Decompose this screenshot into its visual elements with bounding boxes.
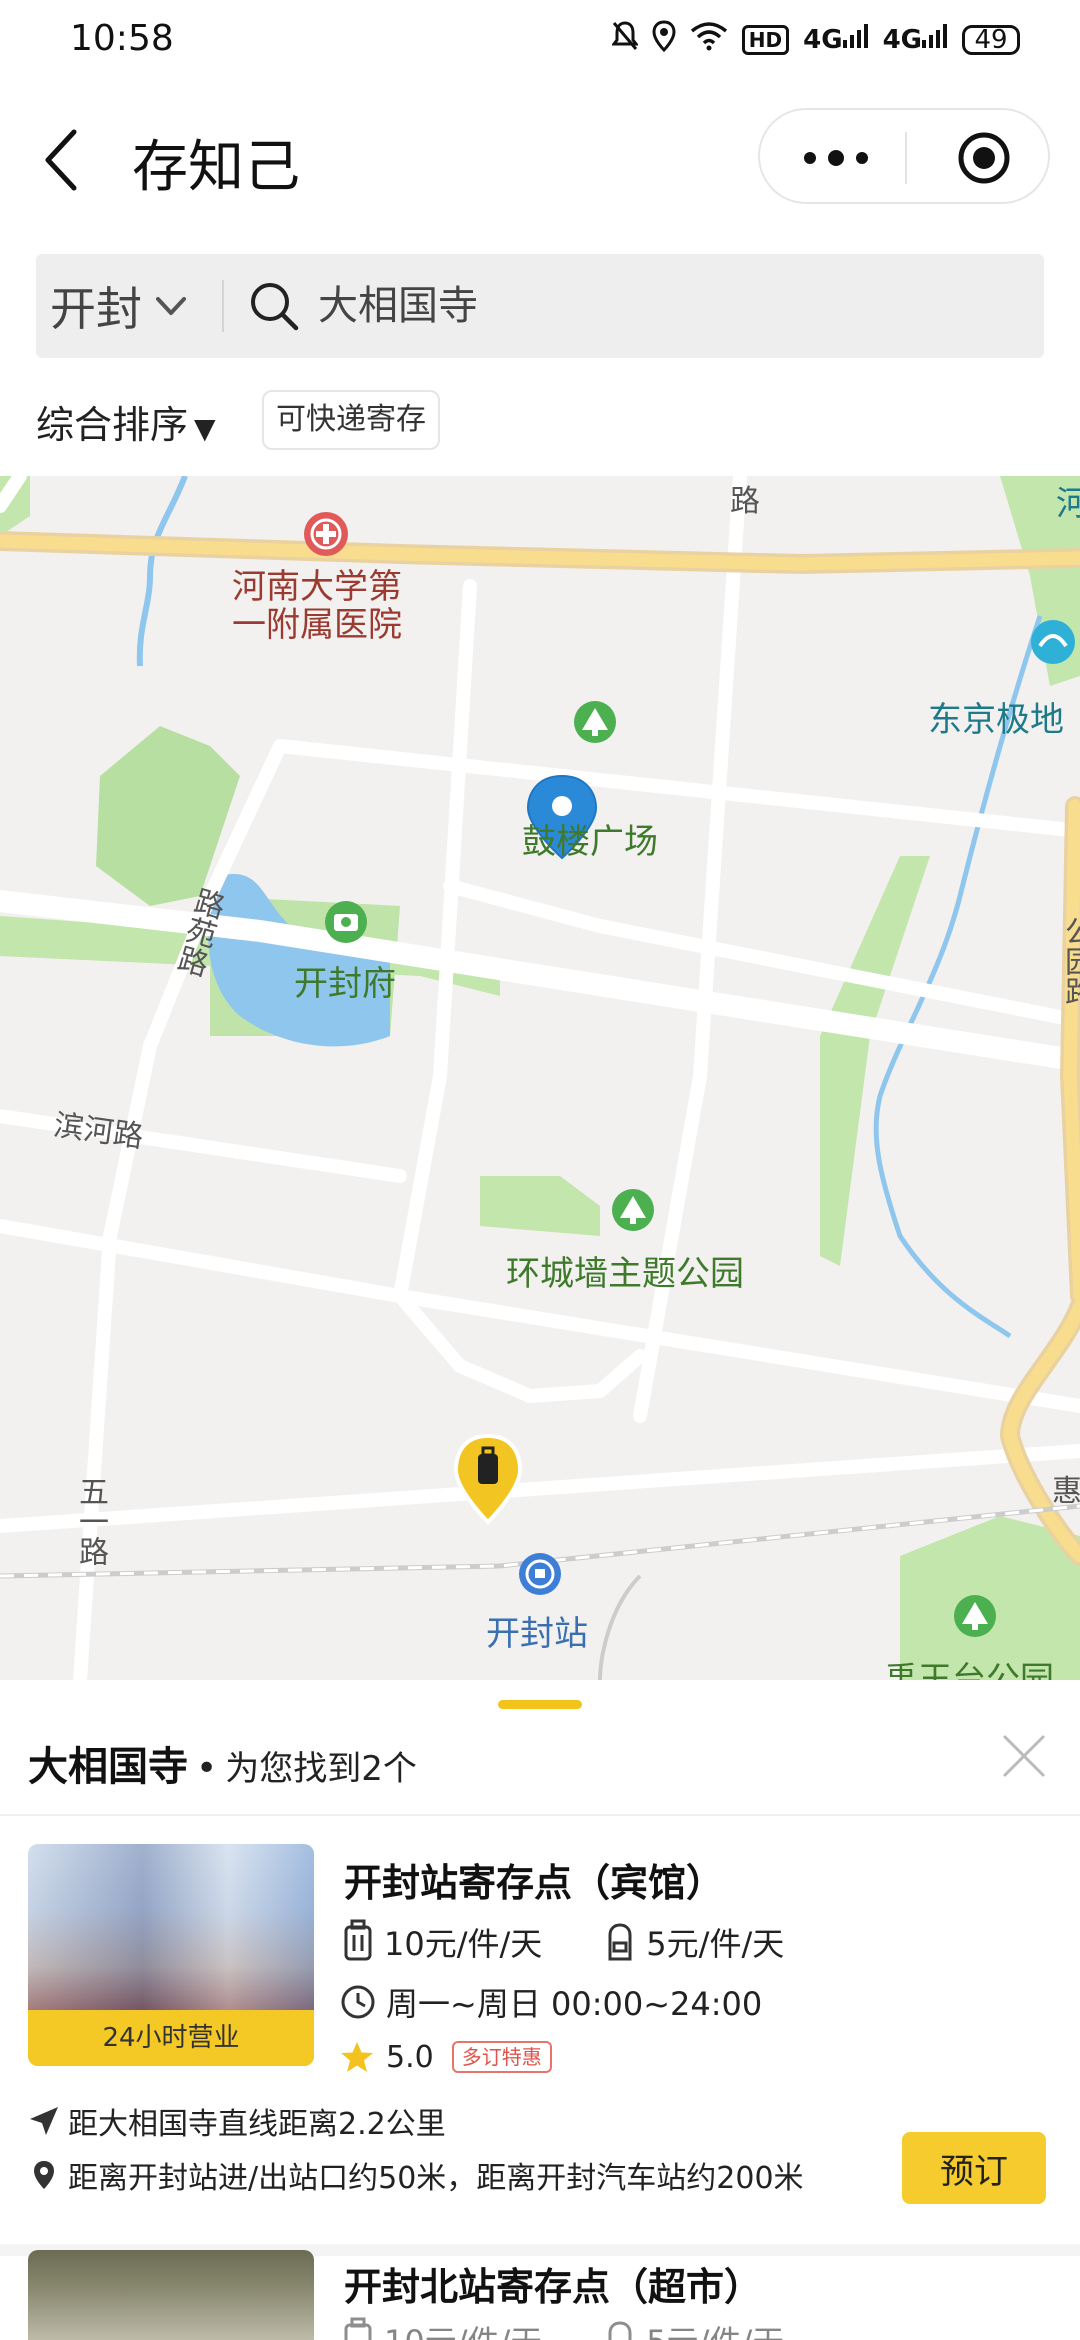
- status-bar: 10:58 HD 4G 4G 49: [0, 0, 1080, 84]
- map-label-road-curve: 惠: [1052, 1474, 1080, 1509]
- more-icon[interactable]: [796, 138, 876, 178]
- storage-point-pin-icon[interactable]: [453, 1433, 523, 1525]
- map-label-road-right: 公园路: [1059, 916, 1080, 1006]
- sort-label: 综合排序: [36, 403, 189, 447]
- results-sheet: 大相国寺 • 为您找到2个 24小时营业 开封站寄存点（宾馆） 10元/件/天 …: [0, 1680, 1080, 2340]
- close-icon[interactable]: [998, 1730, 1050, 1782]
- map-label-wall-park: 环城墙主题公园: [506, 1254, 744, 1294]
- city-label: 开封: [50, 282, 142, 336]
- park-icon-yuwangtai[interactable]: [954, 1595, 996, 1637]
- location-status-icon: [652, 20, 676, 59]
- opening-hours: 周一~周日 00:00~24:00: [386, 1985, 763, 2023]
- camera-icon[interactable]: [325, 901, 367, 943]
- clock-icon: [341, 1985, 375, 2019]
- distance-row: 距大相国寺直线距离2.2公里: [28, 2096, 446, 2146]
- results-title: 大相国寺: [28, 1744, 188, 1790]
- search-divider: [222, 280, 224, 332]
- storage-thumbnail: [28, 2250, 314, 2340]
- hours-row: 周一~周日 00:00~24:00: [340, 1976, 762, 2028]
- hd-icon: HD: [741, 24, 790, 55]
- storage-name: 开封北站寄存点（超市）: [344, 2265, 763, 2309]
- net-label-1: 4G: [803, 25, 843, 55]
- price-luggage: 10元/件/天: [384, 1925, 543, 1963]
- express-filter-tag[interactable]: 可快递寄存: [262, 390, 440, 450]
- status-icons: HD 4G 4G 49: [610, 20, 1020, 59]
- map-label-wuyi: 五一路: [73, 1476, 108, 1566]
- price-row: 10元/件/天 5元/件/天: [340, 2312, 784, 2340]
- status-time: 10:58: [70, 18, 174, 59]
- location-text: 距离开封站进/出站口约50米，距离开封汽车站约200米: [68, 2161, 804, 2196]
- luggage-icon: [344, 1919, 372, 1961]
- star-icon: [341, 2042, 373, 2072]
- wifi-icon: [690, 21, 728, 58]
- search-input[interactable]: 大相国寺: [318, 276, 1018, 336]
- sort-arrow-icon: ▼: [194, 412, 216, 445]
- location-row: 距离开封站进/出站口约50米，距离开封汽车站约200米: [28, 2150, 804, 2200]
- backpack-icon: [608, 1923, 632, 1961]
- distance-text: 距大相国寺直线距离2.2公里: [68, 2107, 446, 2142]
- map-label-station: 开封站: [486, 1614, 588, 1654]
- search-bar: 开封 大相国寺: [36, 254, 1044, 358]
- storage-name: 开封站寄存点（宾馆）: [344, 1861, 725, 1905]
- capsule-divider: [905, 132, 907, 184]
- sheet-divider: [0, 1814, 1080, 1816]
- luggage-icon: [344, 2317, 372, 2340]
- park-icon-gulou[interactable]: [574, 701, 616, 743]
- battery-icon: 49: [962, 24, 1020, 55]
- close-miniprogram-icon[interactable]: [956, 130, 1012, 186]
- price-bag: 5元/件/天: [646, 1925, 785, 1963]
- map-canvas: [0, 476, 1080, 1680]
- results-dot: •: [196, 1748, 218, 1789]
- map[interactable]: 河南大学第 一附属医院 东京极地 鼓楼广场 开封府 滨河路 环城墙主题公园 开封…: [0, 476, 1080, 1680]
- sort-dropdown[interactable]: 综合排序 ▼: [36, 394, 216, 449]
- mini-program-capsule: [758, 108, 1050, 204]
- search-icon: [251, 283, 299, 331]
- map-label-kaifengfu: 开封府: [294, 964, 396, 1004]
- city-select[interactable]: 开封: [50, 274, 188, 338]
- navigation-arrow-icon: [30, 2107, 58, 2135]
- attraction-icon[interactable]: [1031, 620, 1075, 664]
- map-label-river-top: 河: [1056, 484, 1080, 524]
- price-luggage: 10元/件/天: [384, 2317, 542, 2340]
- promo-tag: 多订特惠: [451, 2041, 552, 2073]
- park-icon-wall[interactable]: [612, 1189, 654, 1231]
- hours-badge: 24小时营业: [28, 2010, 314, 2066]
- signal-icon-2: 4G: [883, 24, 948, 55]
- rating-row: 5.0 多订特惠: [340, 2032, 552, 2082]
- map-label-road-top: 路: [730, 484, 760, 519]
- hospital-icon[interactable]: [304, 512, 348, 556]
- mute-icon: [610, 21, 639, 58]
- drag-handle[interactable]: [498, 1700, 582, 1709]
- filter-row: 综合排序 ▼ 可快递寄存: [0, 386, 1080, 466]
- map-label-dongjing: 东京极地: [928, 700, 1064, 740]
- storage-card[interactable]: 24小时营业 开封站寄存点（宾馆） 10元/件/天 5元/件/天 周一~周日 0…: [0, 1844, 1080, 2258]
- backpack-icon: [608, 2321, 632, 2340]
- train-station-icon[interactable]: [519, 1553, 561, 1595]
- storage-card[interactable]: 开封北站寄存点（超市） 10元/件/天 5元/件/天: [0, 2250, 1080, 2340]
- map-label-hospital: 河南大学第 一附属医院: [232, 567, 402, 645]
- results-header: 大相国寺 • 为您找到2个: [28, 1734, 417, 1794]
- storage-thumbnail: 24小时营业: [28, 1844, 314, 2066]
- title-bar: 存知己: [0, 100, 1080, 220]
- price-bag: 5元/件/天: [646, 2317, 784, 2340]
- map-label-yuwangtai: 禹王台公园: [884, 1660, 1054, 1680]
- location-pin-icon: [34, 2161, 54, 2189]
- signal-icon-1: 4G: [803, 24, 868, 55]
- results-count: 为您找到2个: [225, 1749, 417, 1789]
- price-row: 10元/件/天 5元/件/天: [340, 1914, 784, 1970]
- book-button[interactable]: 预订: [902, 2132, 1046, 2204]
- rating-value: 5.0: [386, 2039, 434, 2075]
- net-label-2: 4G: [882, 25, 922, 55]
- back-icon[interactable]: [36, 120, 96, 200]
- chevron-down-icon: [156, 297, 186, 315]
- page-title: 存知己: [132, 135, 300, 200]
- map-label-gulou: 鼓楼广场: [522, 822, 658, 862]
